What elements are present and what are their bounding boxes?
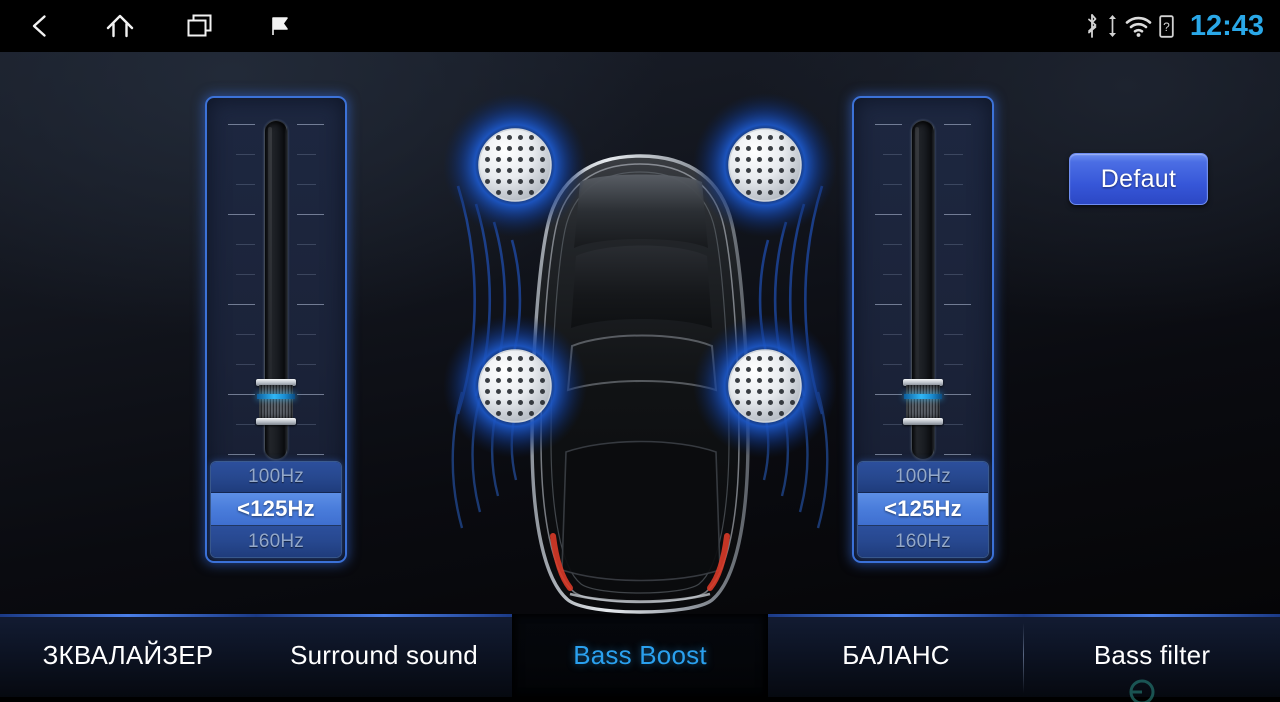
recent-apps-button[interactable]: [160, 0, 240, 52]
frequency-selector-front[interactable]: 100Hz <125Hz 160Hz: [210, 461, 342, 558]
frequency-option[interactable]: 160Hz: [211, 526, 341, 557]
car-top-view-diagram: [420, 60, 860, 614]
frequency-option[interactable]: 100Hz: [211, 462, 341, 493]
tab-balance[interactable]: БАЛАНС: [768, 614, 1024, 697]
tab-bass-filter[interactable]: Bass filter: [1024, 614, 1280, 697]
tab-label: Surround sound: [290, 640, 478, 670]
usb-icon: [1108, 15, 1116, 37]
tab-label: БАЛАНС: [842, 640, 950, 670]
bottom-tab-bar: ЗКВАЛАЙЗЕР Surround sound Bass Boost БАЛ…: [0, 614, 1280, 697]
tab-label: Bass filter: [1093, 640, 1211, 670]
slider-track-area[interactable]: [854, 98, 992, 480]
bluetooth-icon: [1087, 14, 1097, 38]
roof: [571, 245, 712, 328]
flag-icon: [272, 17, 288, 35]
knob-body: [906, 385, 940, 419]
recents-icon: [187, 14, 212, 37]
frequency-option-selected[interactable]: <125Hz: [858, 493, 988, 526]
navigation-buttons: [0, 0, 320, 52]
frequency-option-selected[interactable]: <125Hz: [211, 493, 341, 526]
status-bar: ? 12:43: [0, 0, 1280, 52]
speaker-rear-right: [693, 314, 837, 458]
frequency-option[interactable]: 160Hz: [858, 526, 988, 557]
slider-track-area[interactable]: [207, 98, 345, 480]
speaker-rear-left: [443, 314, 587, 458]
tab-surround-sound[interactable]: Surround sound: [256, 614, 512, 697]
knob-bottom-cap: [256, 418, 296, 425]
svg-text:?: ?: [1163, 20, 1170, 34]
frequency-selector-rear[interactable]: 100Hz <125Hz 160Hz: [857, 461, 989, 558]
slider-knob[interactable]: [903, 379, 943, 425]
tab-bass-boost[interactable]: Bass Boost: [512, 614, 768, 697]
home-button[interactable]: [80, 0, 160, 52]
knob-bottom-cap: [903, 418, 943, 425]
tab-label: ЗКВАЛАЙЗЕР: [42, 640, 214, 670]
clock: 12:43: [1189, 9, 1264, 42]
knob-led-indicator: [904, 394, 942, 399]
speaker-front-right: [693, 93, 837, 237]
flag-button[interactable]: [240, 0, 320, 52]
tab-label: Bass Boost: [573, 640, 707, 670]
bass-boost-front-slider-panel[interactable]: 100Hz <125Hz 160Hz: [205, 96, 347, 563]
windshield: [574, 174, 708, 248]
speaker-front-left: [443, 93, 587, 237]
knob-body: [259, 385, 293, 419]
wifi-icon: [1125, 16, 1152, 37]
main-content: 100Hz <125Hz 160Hz 100Hz <125Hz 160Hz De…: [0, 52, 1280, 614]
slider-knob[interactable]: [256, 379, 296, 425]
system-status-icons: ? 12:43: [1084, 0, 1264, 52]
tab-equalizer[interactable]: ЗКВАЛАЙЗЕР: [0, 614, 256, 697]
trunk: [561, 440, 721, 582]
sim-unknown-icon: ?: [1159, 14, 1174, 38]
home-icon: [106, 14, 134, 38]
knob-led-indicator: [257, 394, 295, 399]
bass-boost-rear-slider-panel[interactable]: 100Hz <125Hz 160Hz: [852, 96, 994, 563]
default-button[interactable]: Defaut: [1069, 153, 1208, 205]
back-icon: [32, 15, 46, 37]
frequency-option[interactable]: 100Hz: [858, 462, 988, 493]
back-button[interactable]: [0, 0, 80, 52]
